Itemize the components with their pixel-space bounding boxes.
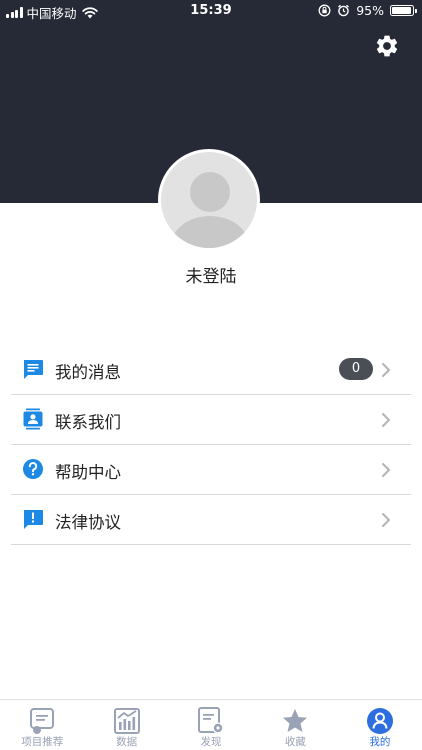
menu-item-messages[interactable]: 我的消息 0 (11, 345, 411, 395)
gear-icon[interactable] (374, 33, 400, 59)
avatar[interactable] (158, 149, 260, 251)
menu-item-label: 联系我们 (55, 413, 121, 432)
menu-item-label: 我的消息 (55, 363, 121, 382)
avatar-head-shape (190, 172, 230, 212)
battery-percent: 95% (356, 3, 384, 18)
tab-label: 数据 (116, 736, 138, 748)
tab-data[interactable]: 数据 (84, 700, 168, 750)
status-bar: 中国移动 15:39 95% (0, 0, 422, 22)
message-count-badge: 0 (339, 358, 373, 380)
discover-icon (198, 707, 224, 734)
battery-fill (392, 7, 411, 14)
bottom-tab-bar: 项目推荐 数据 发现 收藏 我的 (0, 699, 422, 750)
profile-icon (366, 708, 393, 734)
alarm-icon (338, 4, 350, 17)
tab-label: 收藏 (284, 736, 306, 748)
tab-discover[interactable]: 发现 (169, 700, 253, 750)
chevron-right-icon (382, 513, 390, 527)
tab-profile[interactable]: 我的 (338, 700, 422, 750)
tab-recommend[interactable]: 项目推荐 (0, 700, 84, 750)
battery-icon (390, 5, 417, 16)
recommend-icon (30, 708, 55, 734)
menu-item-legal[interactable]: 法律协议 (11, 495, 411, 545)
contact-icon (23, 408, 43, 430)
chevron-right-icon (382, 363, 390, 377)
legal-icon (24, 510, 43, 529)
menu-item-help[interactable]: 帮助中心 (11, 445, 411, 495)
menu-item-label: 帮助中心 (55, 463, 121, 482)
user-name-label[interactable]: 未登陆 (0, 262, 422, 287)
menu-item-label: 法律协议 (55, 513, 121, 532)
chevron-right-icon (382, 413, 390, 427)
message-icon (24, 360, 43, 379)
help-icon (23, 459, 43, 479)
status-right: 95% (318, 3, 417, 18)
tab-label: 我的 (369, 736, 391, 748)
profile-menu: 我的消息 0 联系我们 帮助中心 法律协议 (11, 345, 411, 545)
menu-item-contact[interactable]: 联系我们 (11, 395, 411, 445)
tab-label: 发现 (200, 736, 222, 748)
orientation-lock-icon (318, 4, 331, 17)
star-icon (283, 709, 308, 732)
tab-favorites[interactable]: 收藏 (253, 700, 337, 750)
profile-screen: 中国移动 15:39 95% 未登陆 我的消息 0 联系我们 帮助中心 法律协议… (0, 0, 422, 750)
avatar-body-shape (171, 216, 249, 248)
tab-label: 项目推荐 (21, 736, 64, 748)
chart-icon (113, 708, 140, 734)
chevron-right-icon (382, 463, 390, 477)
